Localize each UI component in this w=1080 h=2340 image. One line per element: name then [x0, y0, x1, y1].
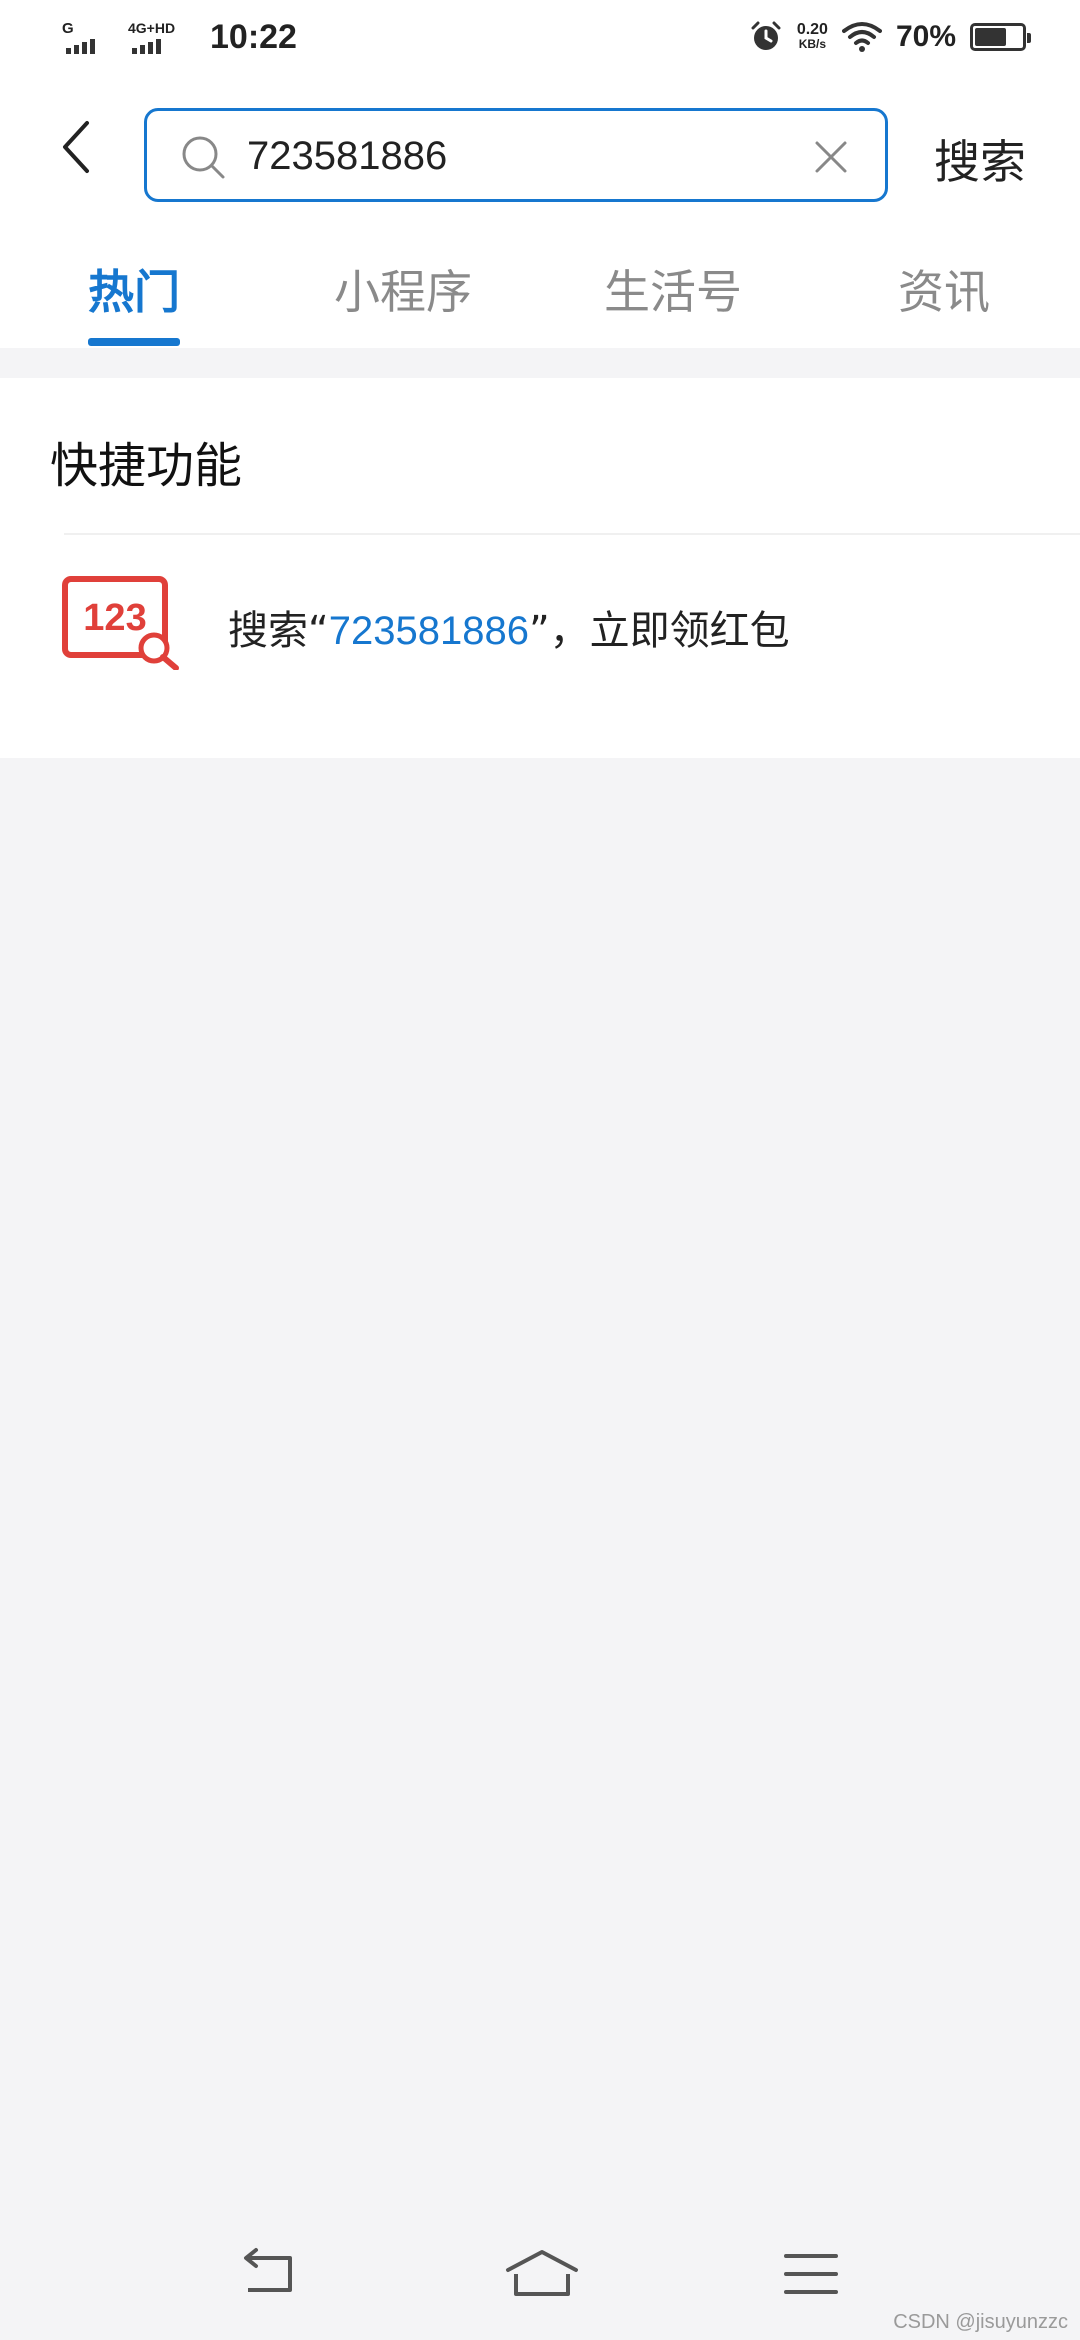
- signal-2-label: 4G+HD: [128, 20, 176, 36]
- number-icon-text: 123: [83, 597, 146, 639]
- watermark: CSDN @jisuyunzzc: [893, 2311, 1068, 2333]
- clock: 10:22: [210, 18, 297, 56]
- battery-percent: 70%: [895, 20, 956, 53]
- search-icon: [179, 133, 227, 181]
- signal-2-icon: 4G+HD: [126, 16, 188, 58]
- back-button[interactable]: [40, 112, 110, 182]
- divider: [64, 533, 1080, 535]
- tab-hot[interactable]: 热门: [88, 256, 180, 346]
- quick-item-text: 搜索“723581886”，立即领红包: [228, 598, 790, 656]
- status-bar: G 4G+HD 10:22 0.20 KB/s 70%: [0, 0, 1080, 82]
- tab-life-accounts-label: 生活号: [604, 265, 742, 319]
- status-left: G 4G+HD 10:22: [60, 16, 297, 58]
- quick-functions-card: 快捷功能 123 搜索“723581886”，立即领红包: [0, 378, 1080, 758]
- net-speed: 0.20 KB/s: [796, 21, 828, 52]
- nav-home-button[interactable]: [502, 2244, 582, 2304]
- quick-item-search-red-packet[interactable]: 123 搜索“723581886”，立即领红包: [0, 536, 1080, 758]
- section-title: 快捷功能: [50, 438, 243, 494]
- tab-news-label: 资讯: [898, 265, 990, 319]
- search-input[interactable]: [247, 127, 807, 185]
- system-nav-bar: CSDN @jisuyunzzc: [0, 2200, 1080, 2340]
- signal-1-icon: G: [60, 16, 112, 58]
- menu-icon: [784, 2254, 838, 2294]
- signal-1-label: G: [62, 20, 74, 37]
- net-speed-value: 0.20: [796, 21, 828, 38]
- clear-button[interactable]: [807, 133, 855, 181]
- quick-item-suffix: ”，立即领红包: [528, 608, 790, 654]
- close-icon: [815, 141, 847, 173]
- battery-icon: [970, 23, 1031, 51]
- home-icon: [506, 2250, 578, 2296]
- search-submit-button[interactable]: 搜索: [934, 126, 1026, 192]
- quick-item-prefix: 搜索“: [228, 608, 329, 654]
- quick-item-number: 723581886: [328, 609, 529, 653]
- nav-menu-button[interactable]: [776, 2244, 846, 2304]
- number-search-icon: 123: [62, 576, 179, 670]
- search-box[interactable]: [144, 108, 888, 202]
- nav-back-icon: [244, 2248, 292, 2292]
- search-header: 搜索: [0, 82, 1080, 232]
- tab-mini-programs-label: 小程序: [334, 265, 472, 319]
- status-right: 0.20 KB/s 70%: [749, 20, 1031, 54]
- net-speed-unit: KB/s: [798, 37, 827, 51]
- tab-mini-programs[interactable]: 小程序: [334, 256, 472, 346]
- tab-active-indicator: [88, 338, 180, 346]
- nav-back-button[interactable]: [234, 2244, 304, 2304]
- tab-bar: 热门 小程序 生活号 资讯: [0, 232, 1080, 348]
- tab-news[interactable]: 资讯: [898, 256, 990, 346]
- tab-hot-label: 热门: [88, 265, 180, 319]
- wifi-icon: [841, 22, 882, 52]
- battery-fill: [975, 28, 1006, 46]
- alarm-icon: [751, 21, 781, 50]
- chevron-left-icon: [63, 121, 89, 173]
- tab-life-accounts[interactable]: 生活号: [604, 256, 742, 346]
